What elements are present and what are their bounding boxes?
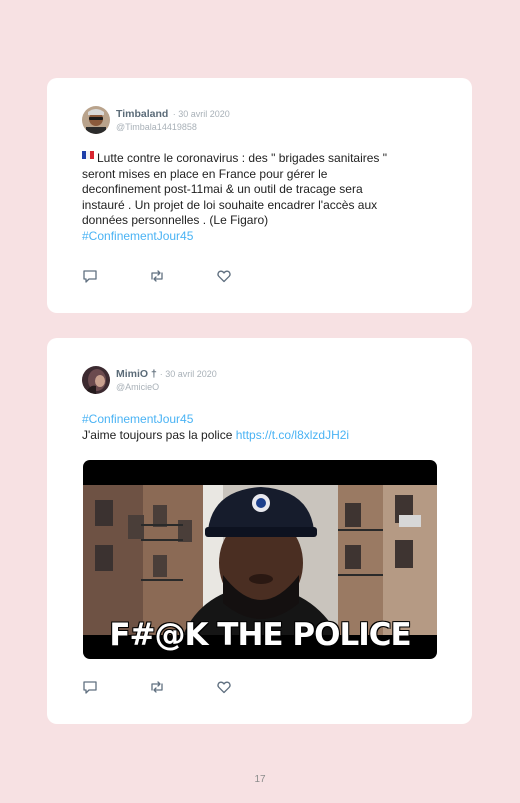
tweet-text-line: instauré . Un projet de loi souhaite enc… xyxy=(82,197,378,212)
tweet-text: #ConfinementJour45 J'aime toujours pas l… xyxy=(82,412,412,443)
like-icon[interactable] xyxy=(216,679,232,695)
reply-icon[interactable] xyxy=(82,268,98,284)
hashtag-link[interactable]: #ConfinementJour45 xyxy=(82,412,193,426)
author-handle[interactable]: @AmicieO xyxy=(116,381,217,394)
media-caption: F#@K THE POLICE xyxy=(109,617,411,653)
tweet-url-link[interactable]: https://t.co/l8xlzdJH2i xyxy=(236,428,349,442)
avatar[interactable] xyxy=(82,106,110,134)
tweet-card-mimio[interactable]: MimiO † · 30 avril 2020 @AmicieO #Confin… xyxy=(47,338,472,724)
tweet-actions xyxy=(82,679,232,695)
tweet-actions xyxy=(82,268,232,284)
france-flag-icon xyxy=(82,151,94,159)
tweet-text-line: J'aime toujours pas la police xyxy=(82,427,236,442)
retweet-icon[interactable] xyxy=(149,679,165,695)
tweet-text-line: seront mises en place en France pour gér… xyxy=(82,166,328,181)
tweet-text: Lutte contre le coronavirus : des " brig… xyxy=(82,151,412,244)
author-handle[interactable]: @Timbala14419858 xyxy=(116,121,230,134)
page-number: 17 xyxy=(254,774,266,785)
tweet-text-line: Lutte contre le coronavirus : des " brig… xyxy=(97,151,388,165)
tweet-date: · 30 avril 2020 xyxy=(172,109,230,119)
retweet-icon[interactable] xyxy=(149,268,165,284)
avatar[interactable] xyxy=(82,366,110,394)
tweet-text-line: deconfinement post-11mai & un outil de t… xyxy=(82,182,363,196)
hashtag-link[interactable]: #ConfinementJour45 xyxy=(82,229,193,243)
author-name[interactable]: Timbaland xyxy=(116,108,168,120)
tweet-date: · 30 avril 2020 xyxy=(159,369,217,379)
author-name[interactable]: MimiO † xyxy=(116,368,160,380)
tweet-media-gif[interactable]: F#@K THE POLICE xyxy=(83,460,437,659)
tweet-header: Timbaland · 30 avril 2020 @Timbala144198… xyxy=(82,106,230,134)
tweet-card-timbaland[interactable]: Timbaland · 30 avril 2020 @Timbala144198… xyxy=(47,78,472,313)
tweet-header: MimiO † · 30 avril 2020 @AmicieO xyxy=(82,366,217,394)
police-gif-still xyxy=(83,485,437,635)
tweet-text-line: données personnelles . (Le Figaro) xyxy=(82,213,269,227)
reply-icon[interactable] xyxy=(82,679,98,695)
like-icon[interactable] xyxy=(216,268,232,284)
